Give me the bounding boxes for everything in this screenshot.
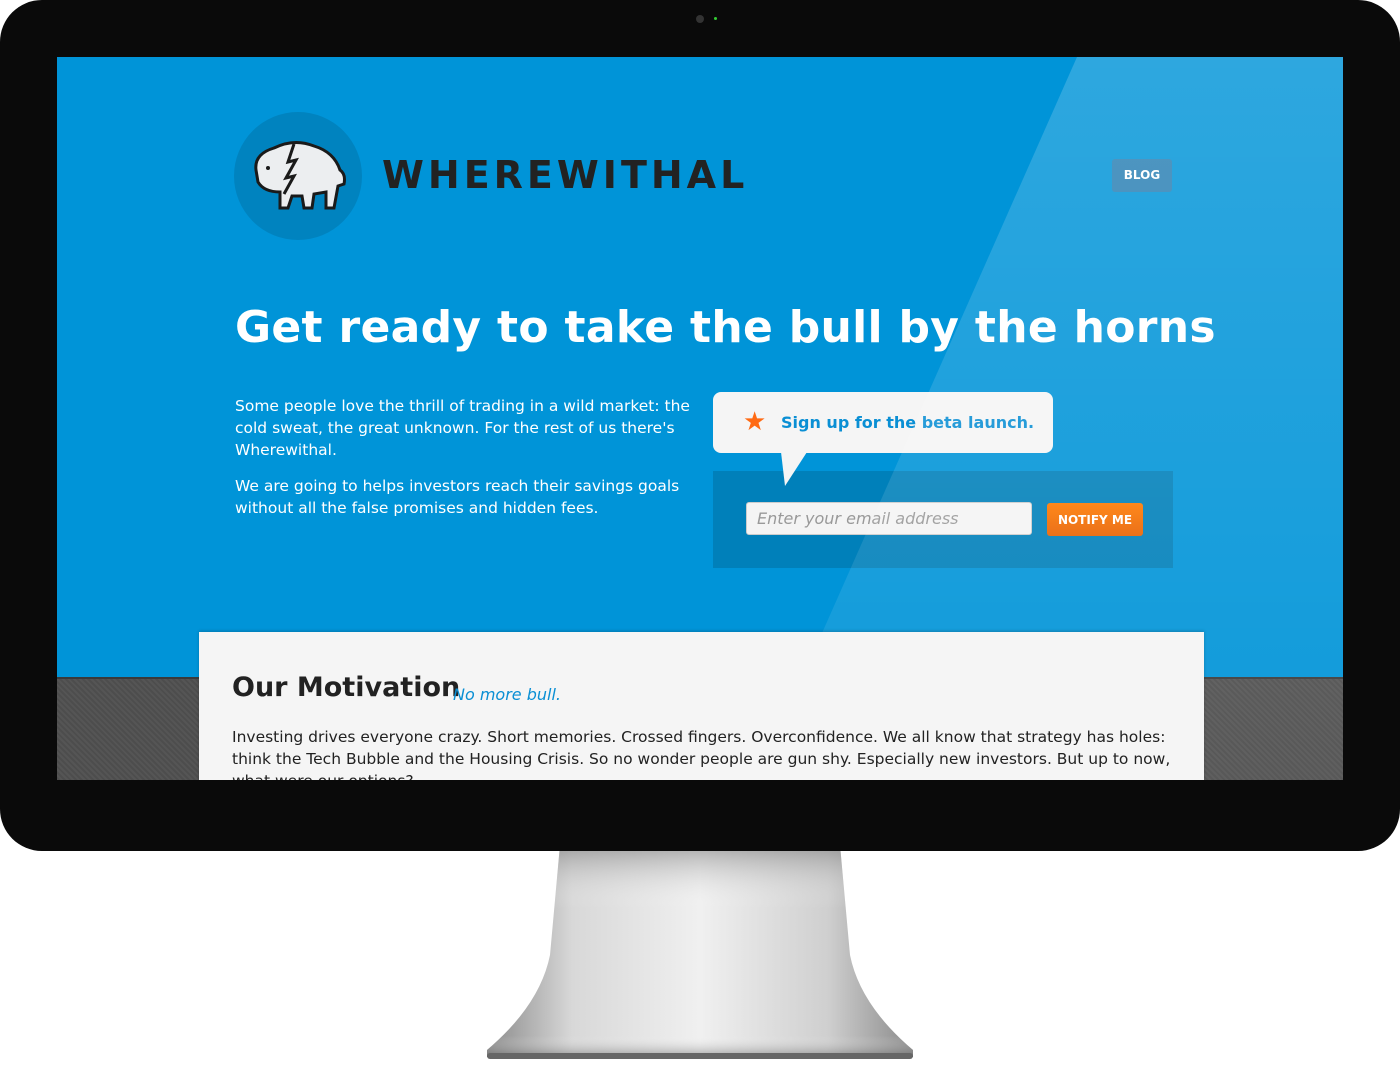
camera-icon xyxy=(696,15,704,23)
hero-headline: Get ready to take the bull by the horns xyxy=(235,302,1216,353)
hero-intro: Some people love the thrill of trading i… xyxy=(235,395,705,533)
motivation-title: Our Motivation xyxy=(232,672,461,703)
website-screen: WHEREWITHAL BLOG Get ready to take the b… xyxy=(57,57,1343,780)
notify-me-button[interactable]: NOTIFY ME xyxy=(1047,503,1143,536)
motivation-tagline: No more bull. xyxy=(453,685,561,704)
motivation-body: Investing drives everyone crazy. Short m… xyxy=(232,728,1171,780)
intro-paragraph: Some people love the thrill of trading i… xyxy=(235,397,690,459)
monitor-bezel: WHEREWITHAL BLOG Get ready to take the b… xyxy=(0,0,1400,851)
power-led xyxy=(714,17,717,20)
brand-name: WHEREWITHAL xyxy=(382,153,749,197)
blog-button[interactable]: BLOG xyxy=(1112,159,1172,192)
bison-logo[interactable] xyxy=(234,112,362,240)
signup-prompt: Sign up for the beta launch. xyxy=(781,413,1035,432)
bubble-tail xyxy=(781,452,807,486)
monitor-stand xyxy=(487,845,913,1059)
email-input[interactable] xyxy=(746,502,1032,535)
star-icon: ★ xyxy=(743,407,767,437)
motivation-card: Our Motivation No more bull. Investing d… xyxy=(199,632,1204,780)
bison-icon xyxy=(254,141,346,210)
intro-paragraph: We are going to helps investors reach th… xyxy=(235,477,680,517)
